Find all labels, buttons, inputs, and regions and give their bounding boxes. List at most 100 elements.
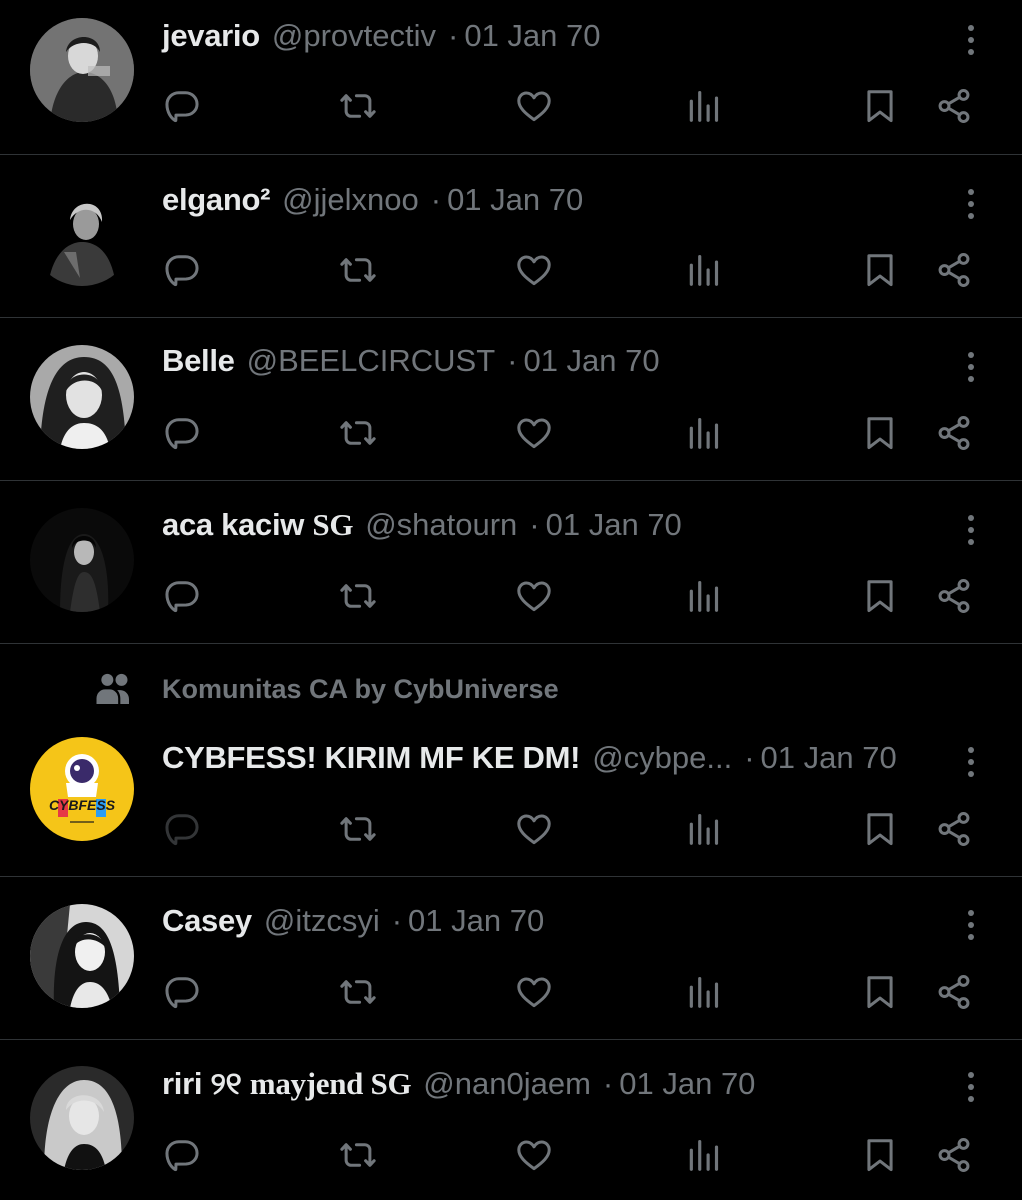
separator: · <box>430 182 442 217</box>
post-header: CYBFESS! KIRIM MF KE DM! @cybpe... · 01 … <box>162 738 942 778</box>
more-icon[interactable] <box>956 742 986 782</box>
like-icon[interactable] <box>512 411 556 455</box>
repost-icon[interactable] <box>336 84 380 128</box>
more-icon[interactable] <box>956 510 986 550</box>
more-icon[interactable] <box>956 20 986 60</box>
post-card[interactable]: elgano² @jjelxnoo · 01 Jan 70 <box>0 155 1022 318</box>
post-date[interactable]: 01 Jan 70 <box>546 505 682 545</box>
user-handle[interactable]: @jjelxnoo <box>282 180 419 220</box>
user-handle[interactable]: @cybpe... <box>592 738 732 778</box>
bookmark-icon[interactable] <box>858 970 902 1014</box>
bookmark-icon[interactable] <box>858 1133 902 1177</box>
community-context[interactable]: Komunitas CA by CybUniverse <box>0 667 1022 711</box>
like-icon[interactable] <box>512 1133 556 1177</box>
user-handle[interactable]: @shatourn <box>365 505 517 545</box>
repost-icon[interactable] <box>336 970 380 1014</box>
reply-icon[interactable] <box>160 248 204 292</box>
bookmark-icon[interactable] <box>858 574 902 618</box>
like-icon[interactable] <box>512 574 556 618</box>
more-icon[interactable] <box>956 184 986 224</box>
views-icon[interactable] <box>682 1133 726 1177</box>
post-card[interactable]: Komunitas CA by CybUniverse CYBFESS CYBF… <box>0 644 1022 877</box>
display-name[interactable]: Belle <box>162 341 235 381</box>
action-bar <box>0 970 1022 1014</box>
post-header: Belle @BEELCIRCUST · 01 Jan 70 <box>162 341 942 381</box>
repost-icon[interactable] <box>336 1133 380 1177</box>
post-card[interactable]: jevario @provtectiv · 01 Jan 70 <box>0 0 1022 155</box>
share-icon[interactable] <box>932 807 976 851</box>
post-card[interactable]: Casey @itzcsyi · 01 Jan 70 <box>0 877 1022 1040</box>
repost-icon[interactable] <box>336 248 380 292</box>
post-date[interactable]: 01 Jan 70 <box>408 901 544 941</box>
reply-icon[interactable] <box>160 807 204 851</box>
name-suffix: mayjend SG <box>249 1066 412 1101</box>
reply-icon[interactable] <box>160 1133 204 1177</box>
views-icon[interactable] <box>682 248 726 292</box>
repost-icon[interactable] <box>336 411 380 455</box>
separator: · <box>391 903 403 938</box>
bookmark-icon[interactable] <box>858 248 902 292</box>
action-bar <box>0 1133 1022 1177</box>
user-handle[interactable]: @itzcsyi <box>264 901 380 941</box>
separator: · <box>529 507 540 542</box>
display-name[interactable]: elgano² <box>162 180 270 220</box>
share-icon[interactable] <box>932 970 976 1014</box>
action-bar <box>0 574 1022 618</box>
repost-icon[interactable] <box>336 807 380 851</box>
user-handle[interactable]: @BEELCIRCUST <box>247 341 496 381</box>
bookmark-icon[interactable] <box>858 411 902 455</box>
post-date[interactable]: 01 Jan 70 <box>761 738 897 778</box>
display-name[interactable]: riri ୨୧ mayjend SG <box>162 1064 412 1104</box>
post-date[interactable]: 01 Jan 70 <box>447 180 583 220</box>
post-header: aca kaciw SG @shatourn · 01 Jan 70 <box>162 505 942 545</box>
name-suffix: SG <box>312 507 354 542</box>
post-date[interactable]: 01 Jan 70 <box>523 341 659 381</box>
post-header: jevario @provtectiv · 01 Jan 70 <box>162 16 942 56</box>
bookmark-icon[interactable] <box>858 84 902 128</box>
like-icon[interactable] <box>512 970 556 1014</box>
action-bar <box>0 411 1022 455</box>
separator: · <box>448 18 459 53</box>
more-icon[interactable] <box>956 1067 986 1107</box>
reply-icon[interactable] <box>160 574 204 618</box>
separator: · <box>744 740 755 775</box>
display-name[interactable]: aca kaciw SG <box>162 505 353 545</box>
action-bar <box>0 84 1022 128</box>
more-icon[interactable] <box>956 347 986 387</box>
display-name[interactable]: jevario <box>162 16 260 56</box>
separator: · <box>602 1066 614 1101</box>
share-icon[interactable] <box>932 84 976 128</box>
views-icon[interactable] <box>682 411 726 455</box>
like-icon[interactable] <box>512 807 556 851</box>
reply-icon[interactable] <box>160 411 204 455</box>
display-name[interactable]: Casey <box>162 901 252 941</box>
bookmark-icon[interactable] <box>858 807 902 851</box>
action-bar <box>0 248 1022 292</box>
share-icon[interactable] <box>932 411 976 455</box>
share-icon[interactable] <box>932 248 976 292</box>
repost-icon[interactable] <box>336 574 380 618</box>
reply-icon[interactable] <box>160 84 204 128</box>
share-icon[interactable] <box>932 1133 976 1177</box>
community-label[interactable]: Komunitas CA by CybUniverse <box>162 667 559 711</box>
action-bar <box>0 807 1022 851</box>
post-date[interactable]: 01 Jan 70 <box>619 1064 755 1104</box>
reply-icon[interactable] <box>160 970 204 1014</box>
post-card[interactable]: aca kaciw SG @shatourn · 01 Jan 70 <box>0 481 1022 644</box>
views-icon[interactable] <box>682 84 726 128</box>
display-name[interactable]: CYBFESS! KIRIM MF KE DM! <box>162 738 580 778</box>
post-card[interactable]: Belle @BEELCIRCUST · 01 Jan 70 <box>0 318 1022 481</box>
post-date[interactable]: 01 Jan 70 <box>464 16 600 56</box>
more-icon[interactable] <box>956 905 986 945</box>
like-icon[interactable] <box>512 248 556 292</box>
views-icon[interactable] <box>682 970 726 1014</box>
views-icon[interactable] <box>682 574 726 618</box>
share-icon[interactable] <box>932 574 976 618</box>
post-card[interactable]: riri ୨୧ mayjend SG @nan0jaem · 01 Jan 70 <box>0 1040 1022 1200</box>
like-icon[interactable] <box>512 84 556 128</box>
separator: · <box>507 343 518 378</box>
post-header: riri ୨୧ mayjend SG @nan0jaem · 01 Jan 70 <box>162 1064 942 1104</box>
views-icon[interactable] <box>682 807 726 851</box>
user-handle[interactable]: @provtectiv <box>272 16 436 56</box>
user-handle[interactable]: @nan0jaem <box>423 1064 591 1104</box>
